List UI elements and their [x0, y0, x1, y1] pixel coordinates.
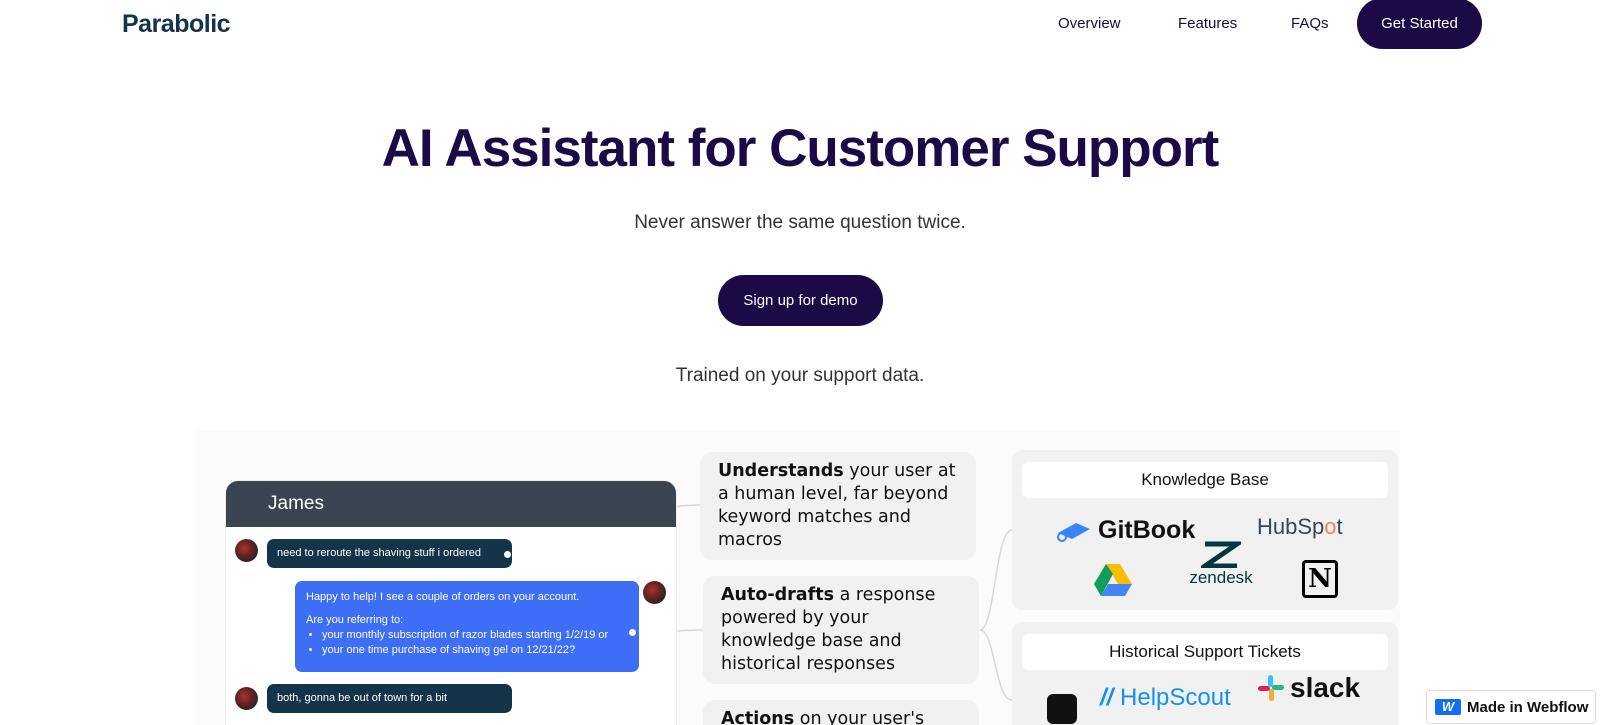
assistant-option: your monthly subscription of razor blade… — [322, 628, 628, 643]
assistant-message: Happy to help! I see a couple of orders … — [295, 581, 639, 672]
zendesk-label: zendesk — [1189, 568, 1253, 587]
assistant-message-line: Happy to help! I see a couple of orders … — [306, 591, 580, 603]
assistant-option: your one time purchase of shaving gel on… — [322, 643, 628, 658]
historical-tickets-panel: Historical Support Tickets // HelpScout … — [1012, 622, 1398, 725]
chat-window: James need to reroute the shaving stuff … — [226, 481, 676, 725]
zendesk-logo: zendesk — [1186, 540, 1256, 588]
helpscout-logo: // HelpScout — [1100, 684, 1231, 712]
feature-text: on your user's — [794, 709, 925, 725]
hubspot-label-o: o — [1324, 514, 1337, 539]
slack-label: slack — [1290, 672, 1361, 703]
helpscout-icon: // — [1100, 684, 1114, 711]
connector-line-knowledge-base — [979, 529, 1013, 631]
assistant-message-line: Are you referring to: — [306, 614, 404, 626]
gitbook-label: GitBook — [1098, 516, 1196, 544]
user-message: both, gonna be out of town for a bit — [267, 684, 512, 713]
chat-header-name: James — [226, 481, 676, 527]
notion-logo: N — [1302, 560, 1338, 598]
feature-understands: Understands your user at a human level, … — [700, 452, 976, 560]
connector-dot — [629, 629, 636, 636]
hubspot-label-b: t — [1336, 514, 1343, 539]
connector-dot — [504, 551, 511, 558]
webflow-badge-label: Made in Webflow — [1467, 698, 1589, 716]
hubspot-logo: HubSpot — [1257, 514, 1343, 540]
user-avatar — [235, 687, 258, 710]
made-in-webflow-badge[interactable]: W Made in Webflow — [1426, 690, 1596, 724]
knowledge-base-panel: Knowledge Base GitBook HubSpot zendesk N — [1012, 450, 1398, 610]
slack-icon — [1258, 675, 1284, 701]
historical-tickets-title: Historical Support Tickets — [1022, 634, 1388, 670]
slack-logo: slack — [1258, 672, 1360, 704]
user-message: need to reroute the shaving stuff i orde… — [267, 539, 512, 568]
zendesk-icon — [1201, 541, 1241, 568]
feature-auto-drafts: Auto-drafts a response powered by your k… — [703, 576, 979, 684]
feature-actions: Actions on your user's — [703, 700, 979, 725]
hubspot-label-a: HubSp — [1257, 514, 1325, 539]
connector-line-historical — [979, 629, 1013, 701]
feature-keyword: Understands — [718, 461, 844, 481]
gitbook-icon — [1057, 522, 1090, 542]
helpscout-label: HelpScout — [1120, 684, 1231, 711]
gitbook-logo: GitBook — [1054, 516, 1195, 545]
feature-keyword: Auto-drafts — [721, 585, 835, 605]
google-drive-icon — [1094, 562, 1132, 601]
intercom-icon — [1047, 694, 1077, 724]
webflow-icon: W — [1435, 699, 1461, 715]
feature-keyword: Actions — [721, 709, 795, 725]
knowledge-base-title: Knowledge Base — [1022, 462, 1388, 498]
agent-avatar — [643, 581, 666, 604]
user-avatar — [235, 539, 258, 562]
